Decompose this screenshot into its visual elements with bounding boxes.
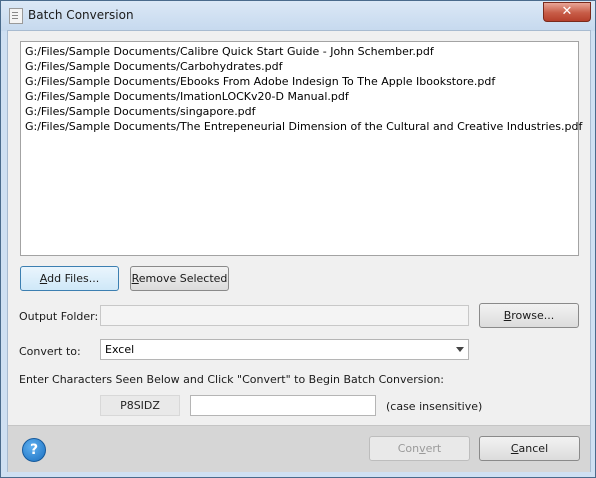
- list-item[interactable]: G:/Files/Sample Documents/singapore.pdf: [21, 104, 578, 119]
- remove-selected-button[interactable]: Remove Selected: [130, 266, 229, 291]
- file-list[interactable]: G:/Files/Sample Documents/Calibre Quick …: [20, 41, 582, 256]
- list-item[interactable]: G:/Files/Sample Documents/Carbohydrates.…: [21, 59, 578, 74]
- title-bar[interactable]: Batch Conversion ✕: [1, 1, 595, 31]
- output-folder-label: Output Folder:: [19, 310, 99, 323]
- dialog-body: G:/Files/Sample Documents/Calibre Quick …: [7, 30, 591, 472]
- convert-button[interactable]: Convert: [369, 436, 470, 461]
- close-button[interactable]: ✕: [543, 2, 591, 22]
- convert-to-value: Excel: [105, 343, 135, 356]
- chevron-down-icon[interactable]: [456, 347, 464, 352]
- add-files-button[interactable]: Add Files...: [20, 266, 119, 291]
- list-item[interactable]: G:/Files/Sample Documents/Ebooks From Ad…: [21, 74, 578, 89]
- help-icon[interactable]: ?: [22, 438, 46, 462]
- captcha-instruction: Enter Characters Seen Below and Click "C…: [19, 373, 444, 386]
- list-item[interactable]: G:/Files/Sample Documents/ImationLOCKv20…: [21, 89, 578, 104]
- list-item[interactable]: G:/Files/Sample Documents/The Entrepeneu…: [21, 119, 582, 134]
- dialog-footer: ? Convert Cancel: [8, 425, 590, 472]
- convert-to-label: Convert to:: [19, 345, 81, 358]
- captcha-input[interactable]: [190, 395, 376, 416]
- cancel-button[interactable]: Cancel: [479, 436, 580, 461]
- output-folder-field[interactable]: [100, 305, 469, 326]
- convert-to-select[interactable]: Excel: [100, 339, 469, 360]
- case-insensitive-note: (case insensitive): [386, 400, 483, 413]
- captcha-code: P8SIDZ: [100, 395, 180, 416]
- document-icon: [9, 8, 23, 24]
- batch-conversion-window: Batch Conversion ✕ G:/Files/Sample Docum…: [0, 0, 596, 478]
- window-title: Batch Conversion: [28, 8, 134, 22]
- browse-button[interactable]: Browse...: [479, 303, 579, 328]
- list-item[interactable]: G:/Files/Sample Documents/Calibre Quick …: [21, 44, 578, 59]
